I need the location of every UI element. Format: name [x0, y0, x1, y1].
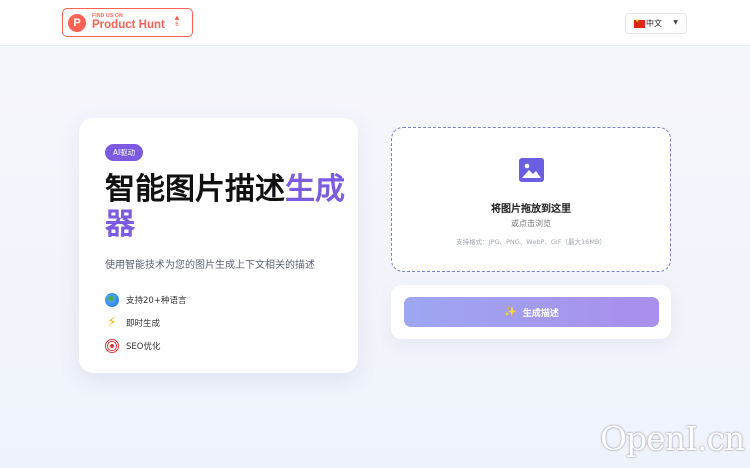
vote-count: 6: [175, 22, 179, 28]
feature-list: 支持20+种语言 ⚡ 即时生成 SEO优化: [105, 288, 186, 357]
chevron-down-icon: ▼: [673, 19, 678, 26]
watermark: OpenI.cn: [600, 419, 745, 458]
generate-description-button[interactable]: ✨ 生成描述: [404, 297, 659, 327]
image-dropzone[interactable]: 将图片拖放到这里 或点击浏览 支持格式：JPG、PNG、WebP、GIF（最大1…: [391, 127, 671, 272]
feature-label: SEO优化: [126, 341, 161, 352]
feature-label: 即时生成: [126, 318, 161, 329]
feature-item-seo: SEO优化: [105, 334, 186, 357]
upvote-arrow-icon: ▲: [173, 13, 181, 22]
lightning-icon: ⚡: [107, 314, 117, 330]
feature-label: 支持20+种语言: [126, 295, 187, 306]
dropzone-title: 将图片拖放到这里: [491, 204, 571, 215]
generate-card: ✨ 生成描述: [391, 285, 671, 339]
image-icon: [519, 158, 544, 182]
feature-item-instant: ⚡ 即时生成: [105, 311, 186, 334]
product-hunt-votes: ▲ 6: [172, 13, 182, 29]
top-bar: P FIND US ON Product Hunt ▲ 6 中文 ▼: [0, 0, 750, 46]
headline-main: 智能图片描述: [105, 172, 285, 207]
product-hunt-text: FIND US ON Product Hunt: [92, 12, 165, 32]
target-icon: [105, 338, 119, 353]
hero-card: AI驱动 智能图片描述生成器 使用智能技术为您的图片生成上下文相关的描述 支持2…: [79, 118, 358, 373]
browse-link[interactable]: 或点击浏览: [392, 218, 670, 229]
product-hunt-small-text: FIND US ON: [92, 12, 123, 19]
generate-button-label: 生成描述: [522, 308, 559, 319]
page-title: 智能图片描述生成器: [105, 172, 345, 242]
sparkle-icon: ✨: [504, 306, 517, 318]
product-hunt-name: Product Hunt: [92, 18, 165, 31]
hero-subtitle: 使用智能技术为您的图片生成上下文相关的描述: [105, 260, 315, 271]
globe-icon: [105, 292, 119, 307]
language-select[interactable]: 中文 ▼: [625, 13, 687, 34]
product-hunt-logo-icon: P: [68, 13, 86, 32]
language-selected-label: 中文: [646, 19, 662, 28]
china-flag-icon: [634, 18, 645, 28]
supported-formats: 支持格式：JPG、PNG、WebP、GIF（最大16MB）: [456, 238, 606, 246]
ai-powered-badge: AI驱动: [105, 144, 143, 161]
feature-item-languages: 支持20+种语言: [105, 288, 186, 311]
product-hunt-badge[interactable]: P FIND US ON Product Hunt ▲ 6: [62, 8, 193, 37]
